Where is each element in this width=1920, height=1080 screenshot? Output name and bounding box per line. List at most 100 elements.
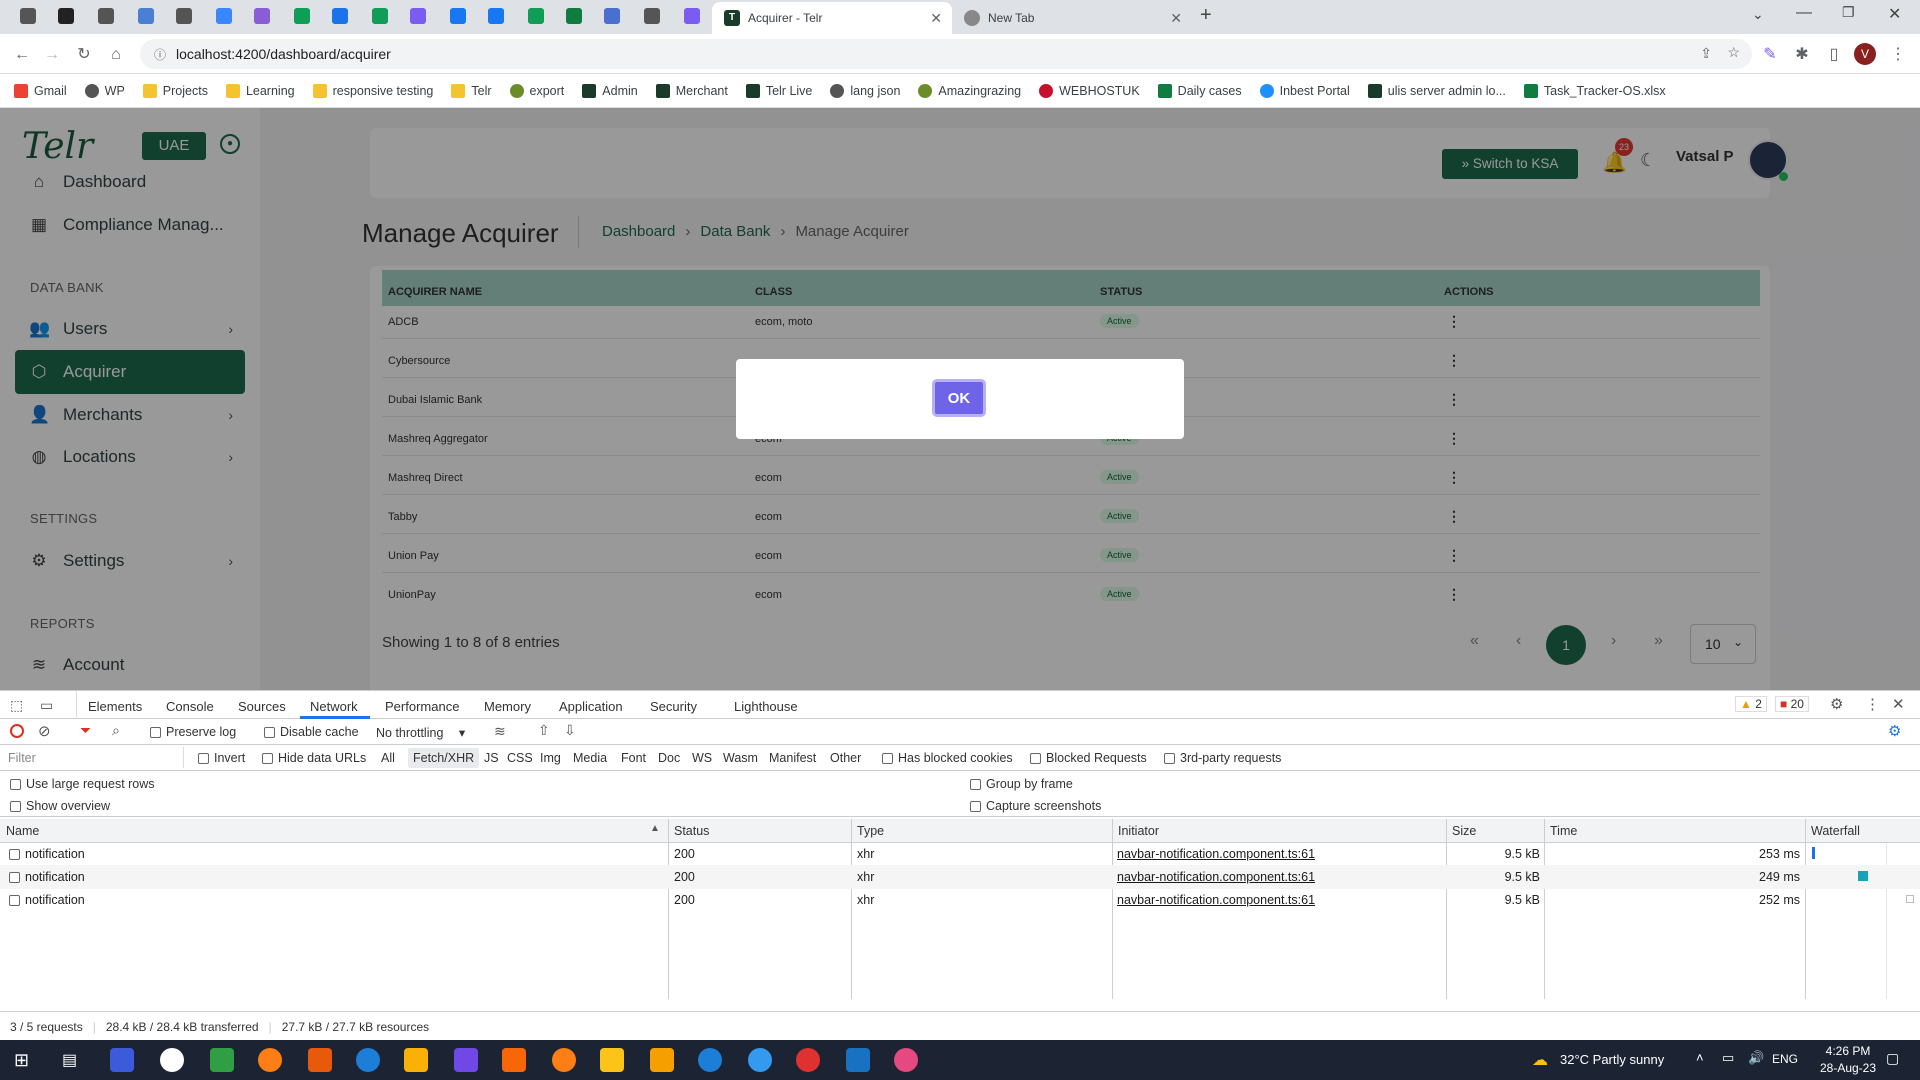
pinned-tab-icon[interactable] (684, 8, 700, 24)
weather-icon[interactable]: ☁ (1532, 1050, 1548, 1070)
ok-button[interactable]: OK (932, 379, 986, 417)
tab-lighthouse[interactable]: Lighthouse (734, 699, 798, 714)
col-time[interactable]: Time (1544, 819, 1577, 843)
pinned-tab-icon[interactable] (644, 8, 660, 24)
clock-date[interactable]: 28-Aug-23 (1818, 1061, 1878, 1075)
type-filter-manifest[interactable]: Manifest (769, 751, 816, 765)
request-initiator-link[interactable]: navbar-notification.component.ts:61 (1117, 893, 1315, 907)
pinned-tab-icon[interactable] (488, 8, 504, 24)
start-windows-icon[interactable]: ⊞ (14, 1050, 29, 1071)
bookmark-item[interactable]: Daily cases (1157, 83, 1242, 98)
bookmark-folder[interactable]: Learning (225, 83, 295, 98)
close-tab-icon[interactable]: ✕ (1170, 10, 1182, 27)
invert-checkbox[interactable]: Invert (198, 751, 245, 765)
close-tab-icon[interactable]: ✕ (930, 10, 942, 27)
pinned-tab-icon[interactable] (604, 8, 620, 24)
minimize-icon[interactable]: — (1796, 4, 1812, 22)
table-row[interactable]: notification 200 xhr navbar-notification… (0, 865, 1920, 889)
has-blocked-cookies-checkbox[interactable]: Has blocked cookies (882, 751, 1013, 765)
pinned-tab-icon[interactable] (410, 8, 426, 24)
task-view-icon[interactable]: ▤ (62, 1050, 77, 1070)
extension-pen-icon[interactable]: ✎ (1758, 43, 1782, 67)
bookmark-item[interactable]: WEBHOSTUK (1039, 83, 1140, 98)
close-devtools-icon[interactable]: ✕ (1892, 695, 1905, 713)
forward-icon[interactable]: → (40, 43, 64, 67)
tab-new-tab[interactable]: New Tab ✕ (952, 2, 1192, 34)
pinned-tab-icon[interactable] (98, 8, 114, 24)
errors-counter[interactable]: ■ 20 (1775, 696, 1809, 712)
reload-icon[interactable]: ↻ (72, 43, 96, 67)
home-icon[interactable]: ⌂ (104, 43, 128, 67)
tab-performance[interactable]: Performance (385, 699, 459, 714)
type-filter-img[interactable]: Img (540, 751, 561, 765)
taskbar-app-icon[interactable] (894, 1048, 918, 1072)
pinned-tab-icon[interactable] (528, 8, 544, 24)
type-filter-doc[interactable]: Doc (658, 751, 680, 765)
menu-kebab-icon[interactable]: ⋮ (1886, 43, 1910, 67)
capture-screenshots-checkbox[interactable]: Capture screenshots (970, 799, 1101, 813)
filter-icon[interactable]: ⏷ (80, 722, 91, 739)
pinned-tab-icon[interactable] (254, 8, 270, 24)
skype-icon[interactable] (698, 1048, 722, 1072)
taskbar-app-icon[interactable] (110, 1048, 134, 1072)
blocked-requests-checkbox[interactable]: Blocked Requests (1030, 751, 1147, 765)
taskbar-app-icon[interactable] (404, 1048, 428, 1072)
bookmark-item[interactable]: Merchant (655, 83, 728, 98)
bookmark-item[interactable]: lang json (830, 83, 900, 98)
third-party-checkbox[interactable]: 3rd-party requests (1164, 751, 1281, 765)
table-row[interactable]: notification 200 xhr navbar-notification… (0, 889, 1920, 911)
record-icon[interactable] (10, 724, 24, 738)
disable-cache-checkbox[interactable]: Disable cache (264, 725, 359, 739)
table-row[interactable]: notification 200 xhr navbar-notification… (0, 843, 1920, 865)
type-filter-fetch-xhr[interactable]: Fetch/XHR (408, 748, 480, 768)
type-filter-css[interactable]: CSS (507, 751, 533, 765)
bookmark-star-icon[interactable]: ☆ (1727, 44, 1740, 61)
pinned-tab-icon[interactable] (216, 8, 232, 24)
clock-time[interactable]: 4:26 PM (1818, 1044, 1878, 1058)
bookmark-item[interactable]: Amazingrazing (918, 83, 1021, 98)
col-waterfall[interactable]: Waterfall (1805, 819, 1860, 843)
type-filter-font[interactable]: Font (621, 751, 646, 765)
type-filter-media[interactable]: Media (573, 751, 607, 765)
new-tab-icon[interactable]: + (1200, 4, 1212, 27)
type-filter-all[interactable]: All (381, 751, 395, 765)
tab-console[interactable]: Console (166, 699, 214, 714)
restore-icon[interactable]: ❐ (1842, 4, 1855, 21)
bookmark-item[interactable]: export (509, 83, 564, 98)
settings-gear-icon[interactable]: ⚙ (1830, 695, 1843, 713)
network-icon[interactable]: ▭ (1722, 1050, 1734, 1066)
taskbar-app-icon[interactable] (748, 1048, 772, 1072)
visual-studio-icon[interactable] (454, 1048, 478, 1072)
more-options-icon[interactable]: ⋮ (1865, 695, 1880, 713)
sublime-icon[interactable] (650, 1048, 674, 1072)
pinned-tab-icon[interactable] (372, 8, 388, 24)
type-filter-ws[interactable]: WS (692, 751, 712, 765)
notifications-icon[interactable]: ▢ (1886, 1050, 1899, 1067)
pinned-tab-icon[interactable] (566, 8, 582, 24)
pinned-tab-icon[interactable] (138, 8, 154, 24)
col-type[interactable]: Type (851, 819, 884, 843)
tab-search-icon[interactable]: ⌄ (1752, 6, 1764, 23)
bookmark-item[interactable]: ulis server admin lo... (1367, 83, 1506, 98)
col-size[interactable]: Size (1446, 819, 1476, 843)
col-initiator[interactable]: Initiator (1112, 819, 1159, 843)
bookmark-item[interactable]: Admin (582, 83, 638, 98)
export-har-icon[interactable]: ⇩ (564, 722, 576, 739)
request-initiator-link[interactable]: navbar-notification.component.ts:61 (1117, 870, 1315, 884)
col-name[interactable]: Name (0, 819, 39, 843)
clear-icon[interactable]: ⊘ (38, 722, 51, 740)
show-hidden-icons-icon[interactable]: ˄ (1696, 1050, 1704, 1065)
tab-elements[interactable]: Elements (88, 699, 142, 714)
back-icon[interactable]: ← (10, 43, 34, 67)
close-window-icon[interactable]: ✕ (1888, 4, 1901, 24)
tab-acquirer[interactable]: T Acquirer - Telr ✕ (712, 2, 952, 34)
row-checkbox[interactable] (9, 849, 20, 861)
language-indicator[interactable]: ENG (1772, 1052, 1798, 1066)
bookmark-item[interactable]: Inbest Portal (1259, 83, 1350, 98)
pinned-tab-icon[interactable] (176, 8, 192, 24)
pinned-tab-icon[interactable] (450, 8, 466, 24)
preserve-log-checkbox[interactable]: Preserve log (150, 725, 236, 739)
bookmark-folder[interactable]: Telr (451, 83, 492, 98)
weather-text[interactable]: 32°C Partly sunny (1560, 1052, 1664, 1067)
tab-memory[interactable]: Memory (484, 699, 531, 714)
